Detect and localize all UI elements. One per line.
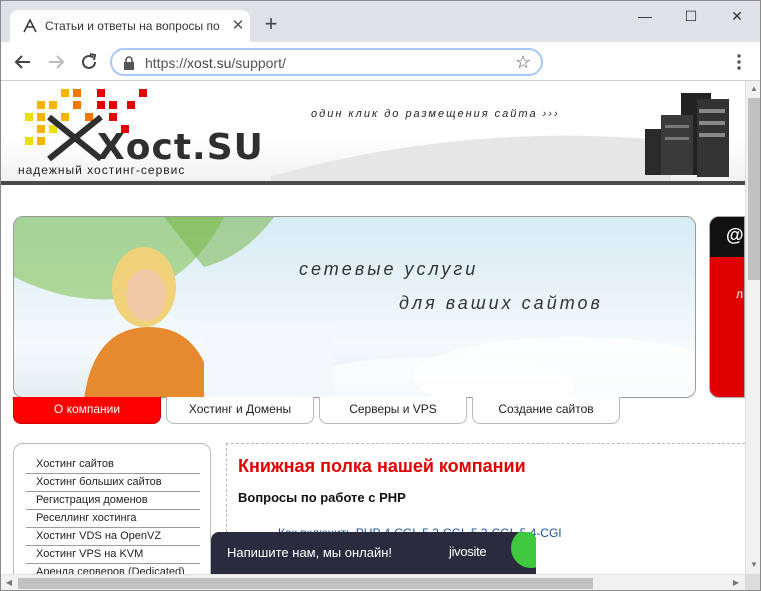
sidebar-item-big-hosting[interactable]: Хостинг больших сайтов (26, 474, 200, 492)
logo-pixel (73, 101, 81, 109)
logo-pixel (97, 89, 105, 97)
vertical-scroll-thumb[interactable] (748, 98, 760, 280)
logo-pixel (37, 137, 45, 145)
banner-line-2: для ваших сайтов (399, 293, 603, 313)
header-tagline: один клик до размещения сайта ››› (311, 108, 560, 120)
scroll-down-icon[interactable]: ▼ (746, 557, 760, 573)
site-header: Xoct.SU надежный хостинг-сервис один кли… (1, 81, 745, 185)
chat-bubble-icon (511, 532, 536, 568)
close-window-button[interactable]: ✕ (722, 5, 752, 27)
sidebar-item-dedicated[interactable]: Аренда серверов (Dedicated) (26, 564, 200, 574)
scrollbar-corner (745, 574, 760, 590)
server-rack-icon (645, 93, 729, 177)
logo-pixel (97, 101, 105, 109)
side-advert-letter: л (736, 287, 744, 301)
nav-tab-site-creation[interactable]: Создание сайтов (472, 397, 620, 424)
vertical-scrollbar[interactable]: ▲ ▼ (745, 81, 760, 574)
sidebar-item-vps-kvm[interactable]: Хостинг VPS на KVM (26, 546, 200, 564)
bookmark-star-icon[interactable]: ☆ (515, 53, 533, 71)
scroll-up-icon[interactable]: ▲ (746, 81, 760, 97)
url-text: https://xost.su/support/ (145, 55, 286, 71)
horizontal-scroll-thumb[interactable] (18, 578, 593, 589)
logo-pixel (37, 101, 45, 109)
sidebar-item-reseller[interactable]: Реселлинг хостинга (26, 510, 200, 528)
reload-icon[interactable] (77, 50, 101, 74)
tab-title: Статьи и ответы на вопросы по (45, 19, 220, 33)
logo-pixel (25, 113, 33, 121)
lock-icon (124, 56, 134, 70)
header-divider (1, 181, 745, 185)
sidebar-item-hosting[interactable]: Хостинг сайтов (26, 456, 200, 474)
chat-widget[interactable]: Напишите нам, мы онлайн! jivosite (211, 532, 536, 574)
side-advert[interactable]: @ л (709, 216, 745, 398)
url-prefix: https:// (145, 55, 188, 71)
nav-tab-hosting-domains[interactable]: Хостинг и Домены (166, 397, 314, 424)
tab-close-icon[interactable]: ✕ (231, 18, 245, 33)
logo-pixel (61, 89, 69, 97)
logo-pixel (25, 137, 33, 145)
scroll-left-icon[interactable]: ◀ (1, 575, 17, 590)
minimize-button[interactable]: — (630, 5, 660, 27)
address-bar[interactable]: https://xost.su/support/ ☆ (110, 48, 543, 76)
logo-pixel (109, 101, 117, 109)
chat-brand-logo: jivosite (449, 544, 487, 559)
main-navigation: О компании Хостинг и Домены Серверы и VP… (13, 397, 633, 425)
site-favicon-icon (23, 18, 37, 33)
sidebar-menu: Хостинг сайтов Хостинг больших сайтов Ре… (13, 443, 211, 574)
forward-arrow-icon[interactable] (44, 50, 68, 74)
back-arrow-icon[interactable] (11, 50, 35, 74)
logo-subtitle: надежный хостинг-сервис (18, 163, 186, 177)
chat-prompt: Напишите нам, мы онлайн! (227, 545, 393, 560)
url-path: /support/ (231, 55, 286, 71)
logo-pixel (139, 89, 147, 97)
browser-tab[interactable]: Статьи и ответы на вопросы по ✕ (10, 10, 250, 42)
logo-pixel (37, 125, 45, 133)
logo-x-mark (47, 115, 103, 161)
browser-window: Статьи и ответы на вопросы по ✕ + — ☐ ✕ … (0, 0, 761, 591)
browser-toolbar: https://xost.su/support/ ☆ (1, 42, 760, 81)
sidebar-item-vds-openvz[interactable]: Хостинг VDS на OpenVZ (26, 528, 200, 546)
banner-line-1: сетевые услуги (299, 259, 479, 279)
url-host: xost.su (187, 55, 232, 71)
header-swoosh (271, 135, 671, 181)
scroll-right-icon[interactable]: ▶ (728, 575, 744, 590)
logo-pixel (109, 113, 117, 121)
logo-pixel (37, 113, 45, 121)
page-viewport: Xoct.SU надежный хостинг-сервис один кли… (1, 81, 745, 574)
section-heading: Вопросы по работе с PHP (238, 490, 406, 505)
logo-pixel (73, 89, 81, 97)
new-tab-button[interactable]: + (260, 13, 282, 36)
nav-tab-servers-vps[interactable]: Серверы и VPS (319, 397, 467, 424)
at-sign-icon: @ (726, 225, 744, 245)
horizontal-scrollbar[interactable]: ◀ ▶ (1, 574, 745, 590)
site-logo[interactable]: Xoct.SU (97, 127, 264, 168)
sidebar-item-domains[interactable]: Регистрация доменов (26, 492, 200, 510)
logo-pixel (127, 101, 135, 109)
logo-pixel (49, 101, 57, 109)
maximize-button[interactable]: ☐ (676, 5, 706, 27)
title-bar: Статьи и ответы на вопросы по ✕ + — ☐ ✕ (1, 1, 760, 42)
promo-banner[interactable]: сетевые услуги для ваших сайтов (13, 216, 696, 398)
nav-tab-about[interactable]: О компании (13, 397, 161, 424)
page-title: Книжная полка нашей компании (238, 456, 526, 476)
browser-menu-icon[interactable] (732, 52, 746, 72)
